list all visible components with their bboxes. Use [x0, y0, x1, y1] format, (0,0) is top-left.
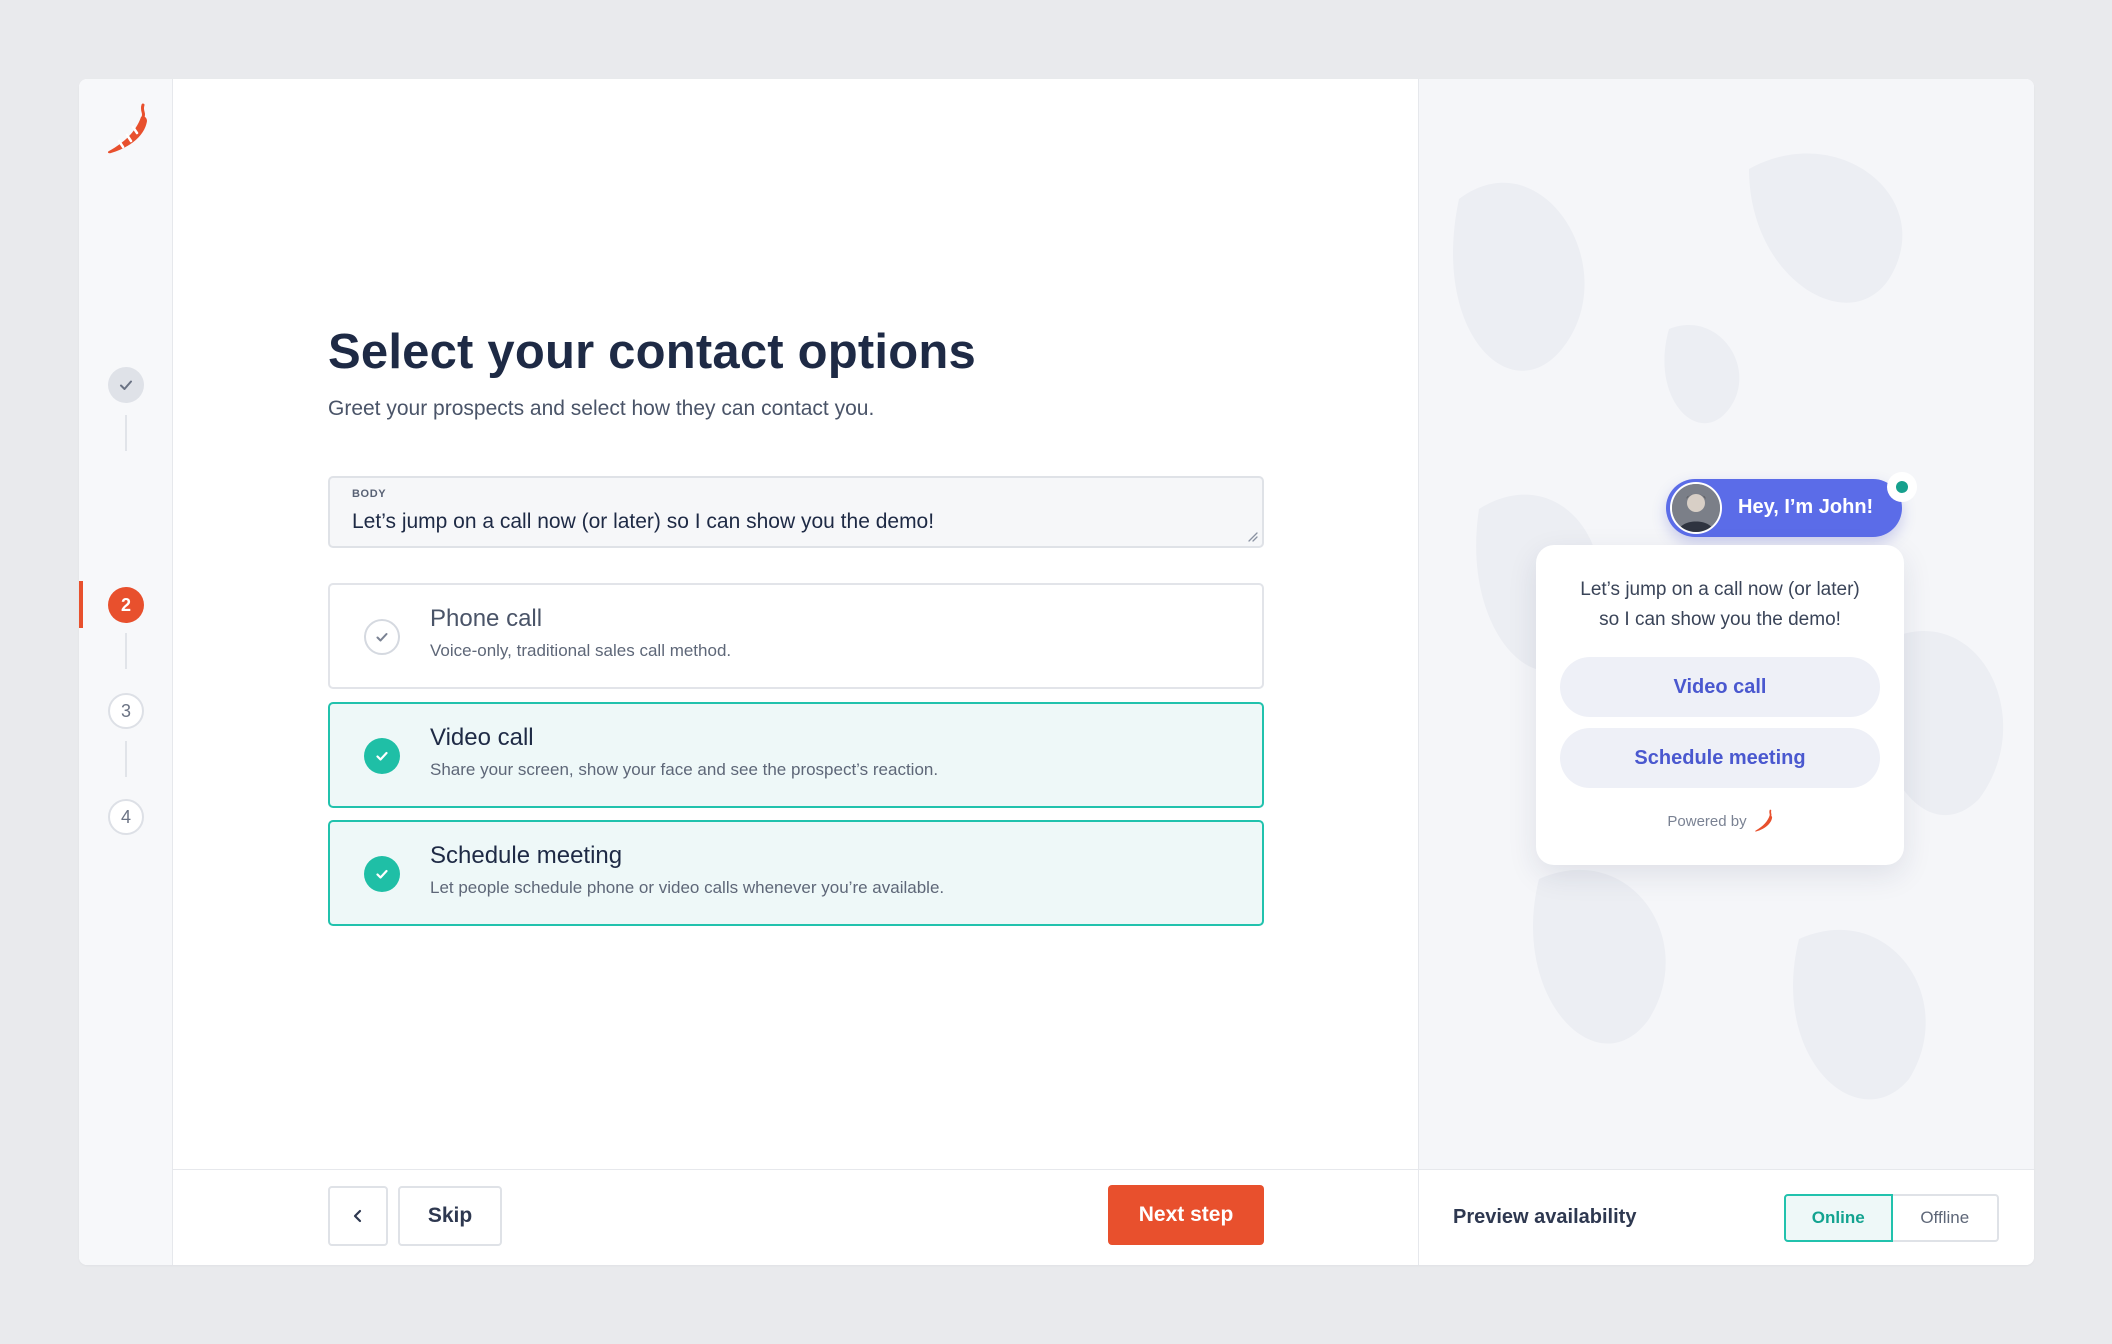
widget-message-line: Let’s jump on a call now (or later) — [1580, 579, 1860, 600]
chevron-left-icon — [353, 1209, 362, 1223]
next-step-button[interactable]: Next step — [1108, 1185, 1264, 1245]
availability-toggle[interactable]: Online Offline — [1784, 1194, 1999, 1242]
body-field-label: BODY — [352, 488, 387, 500]
option-description: Share your screen, show your face and se… — [430, 760, 939, 779]
option-phone-call[interactable]: Phone call Voice-only, traditional sales… — [328, 583, 1264, 689]
step-connector — [125, 415, 127, 451]
option-schedule-meeting[interactable]: Schedule meeting Let people schedule pho… — [328, 820, 1264, 926]
check-icon — [120, 380, 132, 390]
option-checkbox-checked[interactable] — [364, 738, 400, 774]
form-panel: Select your contact options Greet your p… — [173, 79, 1418, 1169]
step-connector — [125, 741, 127, 777]
resize-grip-icon[interactable] — [1246, 530, 1258, 542]
option-title: Video call — [430, 724, 534, 751]
step-1-done[interactable] — [108, 367, 144, 403]
preview-footer: Preview availability Online Offline — [1418, 1169, 2034, 1265]
online-status-indicator — [1887, 472, 1917, 502]
option-checkbox[interactable] — [364, 619, 400, 655]
person-avatar-icon — [1672, 484, 1720, 532]
body-field-value[interactable]: Let’s jump on a call now (or later) so I… — [352, 510, 934, 534]
preview-availability-label: Preview availability — [1453, 1206, 1637, 1228]
step-3[interactable]: 3 — [108, 693, 144, 729]
onboarding-window: 2 3 4 Select your contact options Greet … — [79, 79, 2034, 1265]
option-video-call[interactable]: Video call Share your screen, show your … — [328, 702, 1264, 808]
avatar — [1670, 482, 1722, 534]
option-title: Phone call — [430, 605, 543, 632]
greeting-bubble[interactable]: Hey, I’m John! — [1666, 479, 1902, 537]
powered-by: Powered by — [1536, 809, 1904, 833]
check-icon — [376, 633, 388, 642]
powered-by-text: Powered by — [1667, 812, 1747, 830]
page-subtitle: Greet your prospects and select how they… — [328, 397, 875, 420]
greeting-text: Hey, I’m John! — [1738, 496, 1874, 518]
step-2-active[interactable]: 2 — [108, 587, 144, 623]
option-description: Voice-only, traditional sales call metho… — [430, 641, 732, 660]
step-rail: 2 3 4 — [79, 79, 173, 1265]
option-description: Let people schedule phone or video calls… — [430, 878, 945, 897]
step-4[interactable]: 4 — [108, 799, 144, 835]
option-title: Schedule meeting — [430, 842, 623, 869]
body-textarea[interactable]: BODY Let’s jump on a call now (or later)… — [328, 476, 1264, 548]
back-button[interactable] — [328, 1186, 388, 1246]
check-icon — [376, 869, 388, 879]
widget-schedule-meeting-button[interactable]: Schedule meeting — [1560, 728, 1880, 788]
availability-online-option[interactable]: Online — [1784, 1194, 1893, 1242]
active-step-indicator — [79, 581, 83, 628]
chili-logo-icon — [107, 103, 147, 154]
widget-video-call-button[interactable]: Video call — [1560, 657, 1880, 717]
skip-button[interactable]: Skip — [398, 1186, 502, 1246]
option-checkbox-checked[interactable] — [364, 856, 400, 892]
chili-logo-icon — [1754, 809, 1772, 832]
page-title: Select your contact options — [328, 325, 976, 379]
availability-offline-option[interactable]: Offline — [1893, 1196, 1998, 1240]
widget-message: Let’s jump on a call now (or later) so I… — [1536, 575, 1904, 635]
step-connector — [125, 633, 127, 669]
form-footer: Skip Next step — [173, 1169, 1418, 1265]
widget-message-line: so I can show you the demo! — [1599, 609, 1841, 630]
widget-preview-panel: Hey, I’m John! Let’s jump on a call now … — [1418, 79, 2034, 1169]
check-icon — [376, 751, 388, 761]
chat-widget-card: Let’s jump on a call now (or later) so I… — [1536, 545, 1904, 865]
